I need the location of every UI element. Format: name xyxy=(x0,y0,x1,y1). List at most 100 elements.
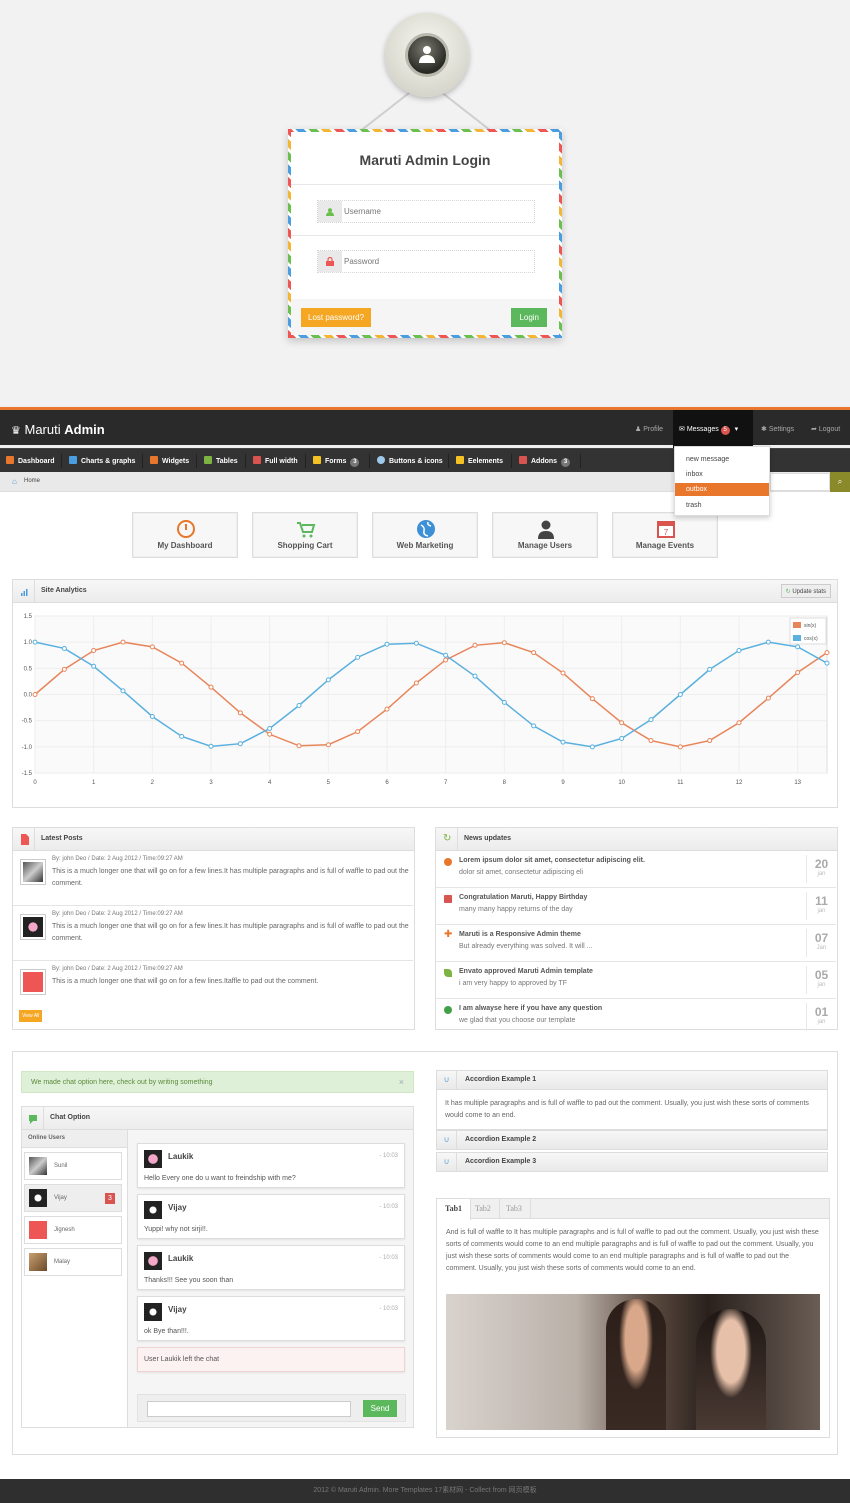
quick-events-button[interactable]: 7 Manage Events xyxy=(612,512,718,558)
pencil-icon xyxy=(456,456,464,464)
quick-users-button[interactable]: Manage Users xyxy=(492,512,598,558)
menu-item-trash[interactable]: trash xyxy=(675,499,769,512)
messages-badge: 5 xyxy=(720,426,730,435)
brand-logo[interactable]: ♛ Maruti Admin xyxy=(11,422,105,437)
news-date: 11 jan xyxy=(806,892,836,920)
tab-2[interactable]: Tab2 xyxy=(467,1199,500,1219)
nav-label: Eelements xyxy=(468,458,504,465)
avatar xyxy=(29,1189,47,1207)
quick-marketing-button[interactable]: Web Marketing xyxy=(372,512,478,558)
data-point xyxy=(413,680,419,686)
x-tick-label: 8 xyxy=(503,780,507,786)
view-all-button[interactable]: View All xyxy=(19,1010,43,1022)
nav-addons[interactable]: Addons 3 xyxy=(519,456,571,467)
password-field[interactable] xyxy=(317,250,535,273)
post-item[interactable]: By: john Deo / Date: 2 Aug 2012 / Time:0… xyxy=(13,961,413,1016)
magnet-icon: ∪ xyxy=(437,1131,457,1149)
post-item[interactable]: By: john Deo / Date: 2 Aug 2012 / Time:0… xyxy=(13,851,413,906)
quick-dashboard-button[interactable]: My Dashboard xyxy=(132,512,238,558)
brand-light: Maruti xyxy=(24,422,61,437)
user-vijay[interactable]: Vijay 3 xyxy=(24,1184,122,1212)
news-item[interactable]: I am alwayse here if you have any questi… xyxy=(436,999,836,1036)
y-tick-label: -1.0 xyxy=(22,745,33,751)
search-input[interactable] xyxy=(770,473,830,491)
menu-item-new-message[interactable]: new message xyxy=(675,453,769,466)
news-item[interactable]: Congratulation Maruti, Happy Birthday ma… xyxy=(436,888,836,925)
data-point xyxy=(707,738,713,744)
panel-title: Chat Option xyxy=(50,1114,91,1121)
x-tick-label: 1 xyxy=(92,780,96,786)
file-icon xyxy=(519,456,527,464)
news-subtitle: we glad that you choose our template xyxy=(459,1017,576,1024)
quick-label: My Dashboard xyxy=(157,541,213,550)
profile-link[interactable]: ♟ Profile xyxy=(635,425,663,433)
nav-buttons[interactable]: Buttons & icons xyxy=(377,456,443,465)
quick-cart-button[interactable]: Shopping Cart xyxy=(252,512,358,558)
news-title: Envato approved Maruti Admin template xyxy=(459,968,593,975)
messages-menu[interactable]: ✉ Messages 5 ▾ xyxy=(673,410,753,448)
tab-3[interactable]: Tab3 xyxy=(498,1199,531,1219)
menu-item-outbox[interactable]: outbox xyxy=(675,483,769,496)
nav-widgets[interactable]: Widgets xyxy=(150,456,189,465)
nav-elements[interactable]: Eelements xyxy=(456,456,503,465)
search-icon[interactable]: ⌕ xyxy=(830,472,850,492)
profile-label: Profile xyxy=(643,426,664,433)
user-malay[interactable]: Malay xyxy=(24,1248,122,1276)
lost-password-button[interactable]: Lost password? xyxy=(301,308,372,327)
password-input[interactable] xyxy=(344,253,532,270)
data-point xyxy=(472,642,478,648)
page-footer: 2012 © Maruti Admin. More Templates 17素材… xyxy=(0,1479,850,1503)
news-item[interactable]: Lorem ipsum dolor sit amet, consectetur … xyxy=(436,851,836,888)
username-field[interactable] xyxy=(317,200,535,223)
cart-icon xyxy=(297,522,316,538)
chat-input[interactable] xyxy=(147,1401,351,1417)
accordion-header-3[interactable]: ∪ Accordion Example 3 xyxy=(436,1152,828,1172)
data-point xyxy=(267,726,273,732)
nav-charts[interactable]: Charts & graphs xyxy=(69,456,135,465)
message-text: ok Bye than!!!. xyxy=(144,1328,189,1335)
nav-tables[interactable]: Tables xyxy=(204,456,238,465)
accordion-header-2[interactable]: ∪ Accordion Example 2 xyxy=(436,1130,828,1150)
online-users-heading: Online Users xyxy=(22,1130,127,1148)
home-icon: ⌂ xyxy=(12,477,17,486)
data-point xyxy=(501,640,507,646)
news-item[interactable]: Envato approved Maruti Admin template i … xyxy=(436,962,836,999)
avatar xyxy=(20,969,46,995)
logout-link[interactable]: ➦ Logout xyxy=(811,425,840,433)
news-date: 20 jan xyxy=(806,855,836,883)
tab-content-text: And is full of waffle to It has multiple… xyxy=(446,1229,819,1272)
close-icon[interactable]: × xyxy=(399,1077,404,1087)
login-button[interactable]: Login xyxy=(511,308,547,327)
data-point xyxy=(296,743,302,749)
nav-dashboard[interactable]: Dashboard xyxy=(6,456,55,465)
data-point xyxy=(179,733,185,739)
send-button[interactable]: Send xyxy=(363,1400,397,1417)
update-stats-button[interactable]: ↻ Update stats xyxy=(780,584,831,598)
gear-icon: ✱ xyxy=(761,426,767,433)
tab-1[interactable]: Tab1 xyxy=(437,1199,472,1220)
nav-fullwidth[interactable]: Full width xyxy=(253,456,298,465)
menu-item-inbox[interactable]: inbox xyxy=(675,468,769,481)
login-title: Maruti Admin Login xyxy=(359,152,491,168)
chat-panel: Chat Option Online Users Sunil Vijay 3 J… xyxy=(21,1106,414,1428)
nav-forms[interactable]: Forms 3 xyxy=(313,456,360,467)
chat-notice: User Laukik left the chat xyxy=(137,1347,405,1372)
user-sunil[interactable]: Sunil xyxy=(24,1152,122,1180)
username-input[interactable] xyxy=(344,203,532,220)
breadcrumb-home[interactable]: Home xyxy=(24,478,40,484)
refresh-icon: ↻ xyxy=(436,828,458,850)
x-tick-label: 5 xyxy=(327,780,331,786)
nav-label: Addons xyxy=(531,458,558,465)
data-point xyxy=(648,717,654,723)
accordion-body: It has multiple paragraphs and is full o… xyxy=(436,1090,828,1130)
login-screen: Maruti Admin Login Lost password? Login xyxy=(0,0,850,405)
data-point xyxy=(589,744,595,750)
y-tick-label: 0.5 xyxy=(24,666,33,672)
news-item[interactable]: ✚ Maruti is a Responsive Admin theme But… xyxy=(436,925,836,962)
accordion-header-1[interactable]: ∪ Accordion Example 1 xyxy=(436,1070,828,1090)
login-form: Maruti Admin Login Lost password? Login xyxy=(288,129,562,338)
data-point xyxy=(91,648,97,654)
user-jignesh[interactable]: Jignesh xyxy=(24,1216,122,1244)
settings-link[interactable]: ✱ Settings xyxy=(761,425,794,433)
post-item[interactable]: By: john Deo / Date: 2 Aug 2012 / Time:0… xyxy=(13,906,413,961)
